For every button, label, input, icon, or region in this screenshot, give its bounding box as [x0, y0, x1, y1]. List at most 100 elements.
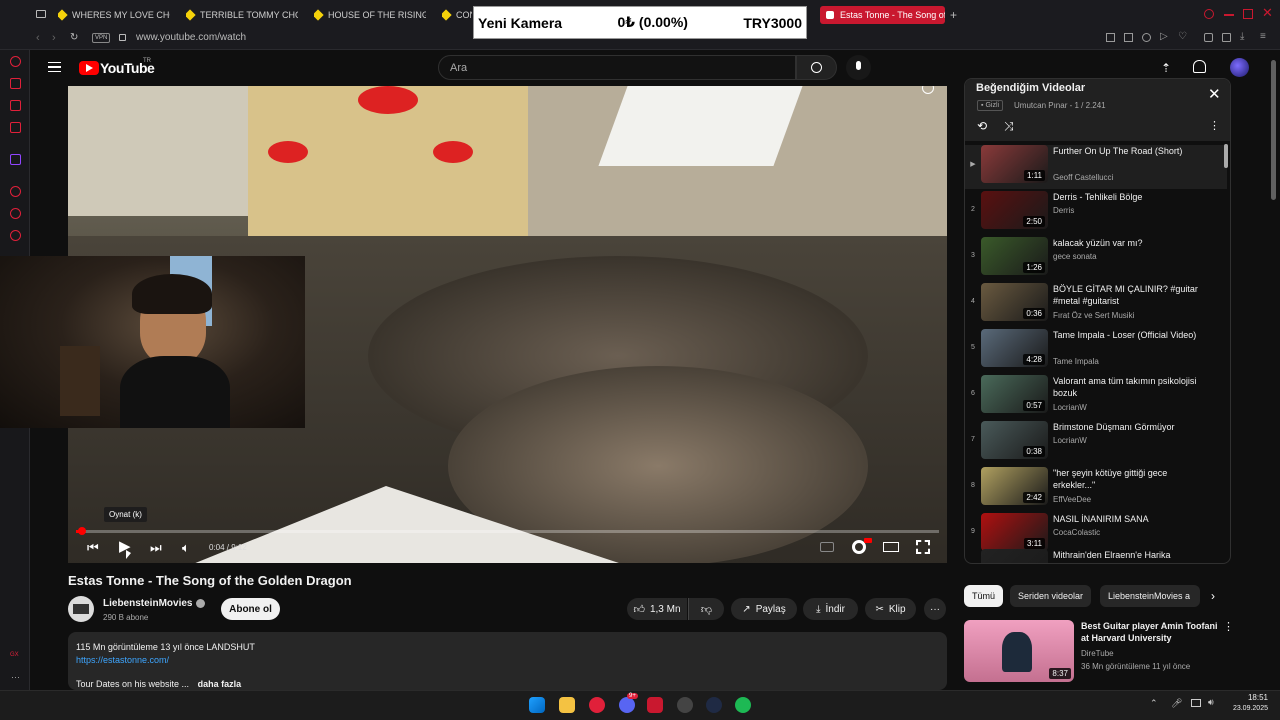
- playlist-item[interactable]: 3 1:26 kalacak yüzün var mı? gece sonata: [965, 237, 1227, 281]
- tab-3[interactable]: HOUSE OF THE RISING S: [314, 6, 426, 24]
- playlist-item-title[interactable]: Tame Impala - Loser (Official Video): [1053, 329, 1203, 341]
- extensions-icon[interactable]: [1204, 33, 1213, 42]
- spotify-icon[interactable]: [735, 697, 751, 713]
- page-scrollbar[interactable]: [1271, 60, 1276, 200]
- clock-time[interactable]: 18:51: [1228, 693, 1268, 702]
- playlist-item-thumbnail[interactable]: 2:42: [981, 467, 1048, 505]
- channel-avatar[interactable]: [68, 596, 94, 622]
- sidebar-player-icon[interactable]: [10, 186, 21, 197]
- sidebar-gmail-icon[interactable]: [10, 122, 21, 133]
- tray-network-icon[interactable]: [1191, 699, 1201, 707]
- sidebar-extensions-icon[interactable]: [10, 230, 21, 241]
- playlist-item-title[interactable]: Valorant ama tüm takımın psikolojisi boz…: [1053, 375, 1203, 399]
- rec-more-icon[interactable]: ⋮: [1223, 620, 1234, 633]
- tab-menu-icon[interactable]: [36, 10, 46, 18]
- playlist-title[interactable]: Beğendiğim Videolar: [976, 82, 1085, 94]
- search-button[interactable]: [796, 55, 837, 80]
- rec-thumbnail[interactable]: 8:37: [964, 620, 1074, 682]
- show-more-link[interactable]: daha fazla: [198, 679, 242, 689]
- tab-search-icon[interactable]: [1204, 9, 1214, 19]
- playlist-item-thumbnail[interactable]: 1:26: [981, 237, 1048, 275]
- playlist-scrollbar[interactable]: [1224, 144, 1228, 168]
- sidebar-twitch-icon[interactable]: [10, 154, 21, 165]
- playlist-item-title[interactable]: Derris - Tehlikeli Bölge: [1053, 191, 1203, 203]
- voicemeeter-icon[interactable]: [647, 697, 663, 713]
- pin-icon[interactable]: [1106, 33, 1115, 42]
- player-play-icon[interactable]: ▷: [1160, 31, 1168, 42]
- loop-icon[interactable]: ⟲: [977, 119, 987, 133]
- playlist-item-thumbnail[interactable]: 2:50: [981, 191, 1048, 229]
- file-explorer-icon[interactable]: [559, 697, 575, 713]
- discord-icon[interactable]: [619, 697, 635, 713]
- playlist-item[interactable]: 4 0:36 BÖYLE GİTAR MI ÇALINIR? #guitar #me…: [965, 283, 1227, 327]
- clock-date[interactable]: 23.09.2025: [1218, 705, 1268, 712]
- playlist-more-icon[interactable]: ⋮: [1209, 119, 1220, 132]
- youtube-logo-icon[interactable]: [79, 61, 99, 75]
- maximize-icon[interactable]: [1243, 9, 1253, 19]
- tab-1[interactable]: WHERES MY LOVE CHOR: [58, 6, 170, 24]
- progress-scrubber[interactable]: [78, 527, 86, 535]
- sidebar-gx-icon[interactable]: GX: [10, 652, 19, 658]
- reload-icon[interactable]: ↻: [70, 32, 78, 43]
- playlist-item-title[interactable]: "her şeyin kötüye gittiği gece erkekler.…: [1053, 467, 1203, 491]
- playlist-item-title[interactable]: BÖYLE GİTAR MI ÇALINIR? #guitar #metal #…: [1053, 283, 1203, 307]
- like-button[interactable]: 👍︎ 1,3 Mn: [627, 598, 687, 620]
- sidebar-more-icon[interactable]: ···: [11, 672, 20, 682]
- menu-icon[interactable]: ≡: [1260, 31, 1266, 42]
- playlist-item[interactable]: 2 2:50 Derris - Tehlikeli Bölge Derris: [965, 191, 1227, 235]
- playlist-item-title[interactable]: Further On Up The Road (Short): [1053, 145, 1203, 157]
- snapshot-icon[interactable]: [1124, 33, 1133, 42]
- playlist-item-thumbnail[interactable]: 0:38: [981, 421, 1048, 459]
- tray-volume-icon[interactable]: 🔊︎: [1208, 697, 1214, 708]
- playlist-item-thumbnail[interactable]: 0:57: [981, 375, 1048, 413]
- playlist-item-thumbnail[interactable]: 1:11: [981, 145, 1048, 183]
- playlist-item-title[interactable]: Mithrain'den Elraenn'e Harika: [1053, 549, 1203, 561]
- description-link[interactable]: https://estastonne.com/: [76, 655, 939, 665]
- minimize-icon[interactable]: [1224, 14, 1234, 16]
- playlist-item[interactable]: 7 0:38 Brimstone Düşmanı Görmüyor LocrianW: [965, 421, 1227, 465]
- sidebar-home-icon[interactable]: [10, 56, 21, 67]
- playlist-item-title[interactable]: Brimstone Düşmanı Görmüyor: [1053, 421, 1203, 433]
- dislike-button[interactable]: 👎︎: [688, 598, 724, 620]
- tab-active[interactable]: Estas Tonne - The Song of: [820, 6, 945, 24]
- description-box[interactable]: 115 Mn görüntüleme 13 yıl önce LANDSHUT …: [68, 632, 947, 690]
- tab-4[interactable]: CON: [442, 6, 472, 24]
- upload-icon[interactable]: ⇡: [1161, 61, 1171, 75]
- chip-all[interactable]: Tümü: [964, 585, 1004, 607]
- playlist-owner[interactable]: Umutcan Pınar - 1 / 2.241: [1014, 101, 1106, 110]
- volume-icon[interactable]: 🔈︎: [182, 541, 190, 555]
- sidebar-speed-dial-icon[interactable]: [10, 78, 21, 89]
- sidebar-history-icon[interactable]: [10, 208, 21, 219]
- chip-series[interactable]: Seriden videolar: [1010, 585, 1092, 607]
- fullscreen-icon[interactable]: [916, 540, 930, 554]
- download-icon[interactable]: ⤓: [1240, 31, 1244, 42]
- url-text[interactable]: www.youtube.com/watch: [136, 32, 246, 43]
- search-input[interactable]: Ara: [438, 55, 796, 80]
- vpn-badge[interactable]: VPN: [92, 33, 111, 43]
- subscribe-button[interactable]: Abone ol: [221, 598, 280, 620]
- theater-mode-icon[interactable]: [883, 542, 899, 552]
- new-tab-icon[interactable]: +: [950, 8, 957, 22]
- notifications-bell-icon[interactable]: [1193, 60, 1206, 73]
- heart-icon[interactable]: ♡: [1178, 31, 1187, 42]
- playlist-item[interactable]: 5 4:28 Tame Impala - Loser (Official Video…: [965, 329, 1227, 373]
- chips-next-icon[interactable]: ›: [1211, 589, 1215, 603]
- rec-title[interactable]: Best Guitar player Amin Toofani at Harva…: [1081, 620, 1221, 644]
- avatar[interactable]: [1230, 58, 1249, 77]
- forward-icon[interactable]: ›: [52, 32, 56, 44]
- progress-bar[interactable]: [76, 527, 939, 535]
- close-playlist-icon[interactable]: ✕: [1208, 85, 1221, 103]
- wallet-icon[interactable]: [1222, 33, 1231, 42]
- back-icon[interactable]: ‹: [36, 32, 40, 44]
- adblock-icon[interactable]: [1142, 33, 1151, 42]
- playlist-item[interactable]: 6 0:57 Valorant ama tüm takımın psikolojis…: [965, 375, 1227, 419]
- voice-search-button[interactable]: [846, 55, 871, 80]
- subtitles-icon[interactable]: [820, 542, 834, 552]
- sidebar-messenger-icon[interactable]: [10, 100, 21, 111]
- playlist-item-thumbnail[interactable]: 3:11: [981, 513, 1048, 551]
- tab-2[interactable]: TERRIBLE TOMMY CHOR: [186, 6, 298, 24]
- more-actions-button[interactable]: ···: [924, 598, 946, 620]
- playlist-item[interactable]: ▶ 1:11 Further On Up The Road (Short) Geoff…: [965, 145, 1227, 189]
- obs-icon[interactable]: [677, 697, 693, 713]
- clip-button[interactable]: ✂ Klip: [865, 598, 916, 620]
